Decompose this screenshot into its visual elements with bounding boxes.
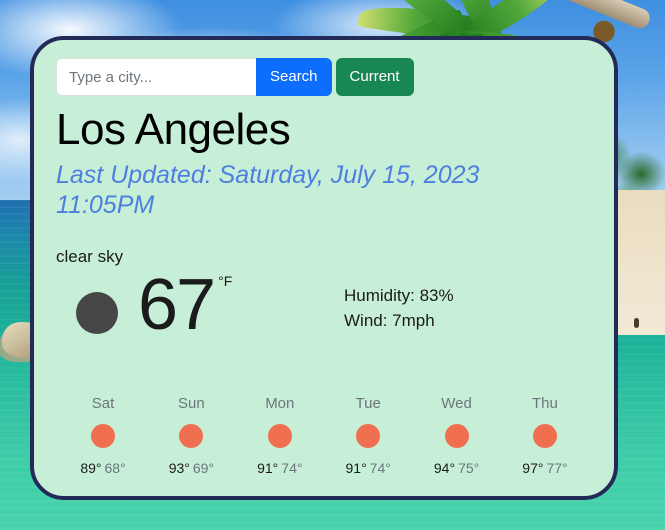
clear-sky-icon <box>356 424 381 448</box>
weather-card: Search Current Los Angeles Last Updated:… <box>30 36 618 500</box>
forecast-day-name: Mon <box>265 395 295 412</box>
forecast-high: 91° <box>345 460 367 476</box>
forecast-day: Sat 89° 68° <box>60 395 146 476</box>
current-temperature-block: 67 °F <box>56 269 336 341</box>
forecast-temps: 89° 68° <box>60 460 146 476</box>
forecast-low: 75° <box>458 460 480 476</box>
forecast-high: 89° <box>80 460 102 476</box>
forecast-day: Tue 91° 74° <box>325 395 411 476</box>
forecast-day: Sun 93° 69° <box>148 395 234 476</box>
forecast-day: Mon 91° 74° <box>237 395 323 476</box>
current-weather-row: 67 °F Humidity: 83% Wind: 7mph <box>56 269 592 341</box>
humidity-value: Humidity: 83% <box>344 285 454 305</box>
search-button[interactable]: Search <box>256 58 332 96</box>
temperature-wrap: 67 °F <box>138 269 232 341</box>
search-bar: Search Current <box>56 58 592 96</box>
forecast-row: Sat 89° 68° Sun 93° 69° Mon 91° 74° Tue 91° 74° Wed 9… <box>56 395 592 482</box>
clear-sky-icon <box>267 424 292 448</box>
forecast-day-name: Sat <box>91 395 115 412</box>
forecast-day-name: Wed <box>441 395 472 412</box>
forecast-low: 69° <box>192 460 215 476</box>
forecast-low: 74° <box>369 460 391 476</box>
weather-condition: clear sky <box>56 246 124 266</box>
forecast-day: Wed 94° 75° <box>414 395 500 476</box>
clear-sky-icon <box>532 424 557 448</box>
forecast-low: 74° <box>281 460 303 476</box>
forecast-high: 91° <box>257 460 279 476</box>
weather-metrics: Humidity: 83% Wind: 7mph <box>344 283 454 334</box>
forecast-temps: 93° 69° <box>148 460 234 476</box>
beach-person <box>634 318 639 328</box>
current-location-button[interactable]: Current <box>335 58 414 96</box>
forecast-temps: 91° 74° <box>325 460 411 476</box>
forecast-low: 68° <box>104 460 126 476</box>
temperature-value: 67 <box>138 264 216 345</box>
last-updated-text: Last Updated: Saturday, July 15, 2023 11… <box>56 160 480 220</box>
forecast-day-name: Thu <box>532 395 558 412</box>
forecast-low: 77° <box>546 460 568 476</box>
forecast-high: 94° <box>433 460 456 476</box>
forecast-day-name: Sun <box>178 395 205 412</box>
forecast-day: Thu 97° 77° <box>502 395 588 476</box>
forecast-temps: 94° 75° <box>414 460 500 476</box>
clear-sky-icon <box>179 424 204 448</box>
clear-sky-icon <box>76 291 118 334</box>
forecast-high: 97° <box>522 460 544 476</box>
clear-sky-icon <box>91 424 115 448</box>
city-name: Los Angeles <box>56 105 291 154</box>
forecast-day-name: Tue <box>355 395 381 412</box>
search-input[interactable] <box>56 58 256 96</box>
forecast-temps: 97° 77° <box>502 460 588 476</box>
wind-value: Wind: 7mph <box>344 311 435 331</box>
clear-sky-icon <box>444 424 469 448</box>
forecast-temps: 91° 74° <box>237 460 323 476</box>
forecast-high: 93° <box>168 460 190 476</box>
temperature-unit: °F <box>218 272 233 289</box>
